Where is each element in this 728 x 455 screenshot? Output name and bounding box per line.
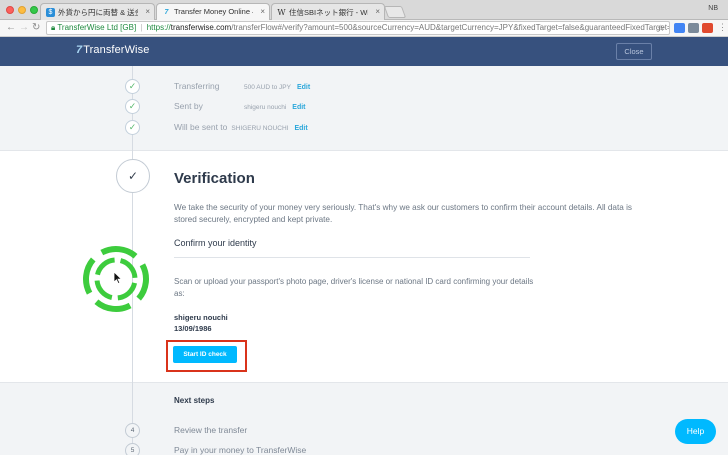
tab-title: 住信SBIネット銀行 - Wikipedia — [289, 8, 368, 17]
extension-icon[interactable] — [688, 23, 699, 33]
annotation-highlight-box — [166, 340, 247, 372]
address-bar[interactable]: 🔒︎ TransferWise Ltd [GB] | https://trans… — [46, 21, 670, 35]
browser-tab[interactable]: W 住信SBIネット銀行 - Wikipedia × — [271, 3, 385, 20]
next-steps-title: Next steps — [174, 396, 215, 405]
edit-sender-link[interactable]: Edit — [292, 104, 305, 111]
tab-close-icon[interactable]: × — [145, 7, 150, 16]
step-number-badge: 5 — [125, 443, 140, 455]
step-complete-check-icon: ✓ — [125, 79, 140, 94]
step-number-badge: 4 — [125, 423, 140, 438]
completed-step-transferring: Transferring 500 AUD to JPY Edit — [174, 81, 310, 91]
completed-step-recipient: Will be sent to SHIGERU NOUCHI Edit — [174, 122, 308, 132]
bookmark-star-icon[interactable]: ☆ — [657, 22, 665, 34]
site-header: 7TransferWise Close — [0, 37, 728, 66]
verification-description: We take the security of your money very … — [174, 203, 632, 224]
user-full-name: shigeru nouchi — [174, 313, 228, 322]
browser-tab-strip: $ 外貨から円に両替 & 送金ならTra × 7 Transfer Money … — [0, 0, 728, 21]
completed-step-value: SHIGERU NOUCHI — [231, 125, 289, 132]
next-step-review: Review the transfer — [174, 425, 248, 435]
transferwise-logo[interactable]: 7TransferWise — [76, 44, 149, 56]
browser-profile-label[interactable]: NB — [708, 5, 718, 12]
completed-steps-section — [0, 66, 728, 150]
logo-text: TransferWise — [83, 44, 150, 56]
user-date-of-birth: 13/09/1986 — [174, 324, 212, 333]
logo-mark-icon: 7 — [76, 44, 83, 56]
reload-icon[interactable]: ↻ — [32, 22, 40, 34]
close-button[interactable]: Close — [616, 43, 652, 60]
completed-step-label: Will be sent to — [174, 122, 228, 132]
browser-tab[interactable]: $ 外貨から円に両替 & 送金ならTra × — [40, 3, 155, 20]
confirm-identity-heading: Confirm your identity — [174, 238, 257, 248]
tab-title: 外貨から円に両替 & 送金ならTra — [58, 8, 138, 17]
help-button[interactable]: Help — [675, 419, 716, 444]
transferwise-favicon-icon: 7 — [164, 9, 169, 16]
edit-recipient-link[interactable]: Edit — [294, 125, 307, 132]
step-complete-check-icon: ✓ — [125, 99, 140, 114]
edit-amount-link[interactable]: Edit — [297, 84, 310, 91]
completed-step-value: shigeru nouchi — [244, 104, 287, 111]
secure-site-label: TransferWise Ltd [GB] — [57, 23, 137, 32]
wikipedia-favicon-icon: W — [277, 8, 286, 17]
tab-close-icon[interactable]: × — [375, 7, 380, 16]
browser-menu-icon[interactable]: ⋮ — [718, 21, 727, 33]
extension-icon[interactable] — [674, 23, 685, 33]
completed-step-label: Sent by — [174, 101, 203, 111]
window-minimize-dot[interactable] — [18, 6, 26, 14]
url-path: /transferFlow#/verify?amount=500&sourceC… — [231, 23, 670, 32]
url-scheme: https:// — [146, 23, 171, 32]
browser-tab-active[interactable]: 7 Transfer Money Online — Send × — [156, 3, 270, 21]
section-divider — [174, 257, 530, 258]
browser-toolbar: ← → ↻ 🔒︎ TransferWise Ltd [GB] | https:/… — [0, 20, 728, 37]
window-close-dot[interactable] — [6, 6, 14, 14]
step-complete-check-icon: ✓ — [125, 120, 140, 135]
tab-close-icon[interactable]: × — [260, 7, 265, 16]
forward-arrow-icon[interactable]: → — [19, 22, 29, 34]
completed-step-label: Transferring — [174, 81, 220, 91]
completed-step-value: 500 AUD to JPY — [244, 84, 291, 91]
mouse-cursor-icon — [113, 272, 123, 284]
verification-title: Verification — [174, 170, 255, 187]
confirm-identity-description: Scan or upload your passport's photo pag… — [174, 277, 534, 298]
address-separator: | — [140, 23, 143, 32]
tab-title: Transfer Money Online — Send — [174, 7, 253, 16]
completed-step-sender: Sent by shigeru nouchi Edit — [174, 101, 306, 111]
extension-new-badge-icon[interactable] — [702, 23, 713, 33]
back-arrow-icon[interactable]: ← — [6, 22, 16, 34]
tab-favicon-icon: $ — [46, 8, 55, 17]
new-tab-button[interactable] — [383, 6, 407, 18]
lock-icon: 🔒︎ — [51, 23, 56, 32]
next-step-pay-in: Pay in your money to TransferWise — [174, 445, 307, 455]
current-step-check-icon: ✓ — [116, 159, 150, 193]
window-zoom-dot[interactable] — [30, 6, 38, 14]
url-host: transferwise.com — [170, 23, 232, 32]
